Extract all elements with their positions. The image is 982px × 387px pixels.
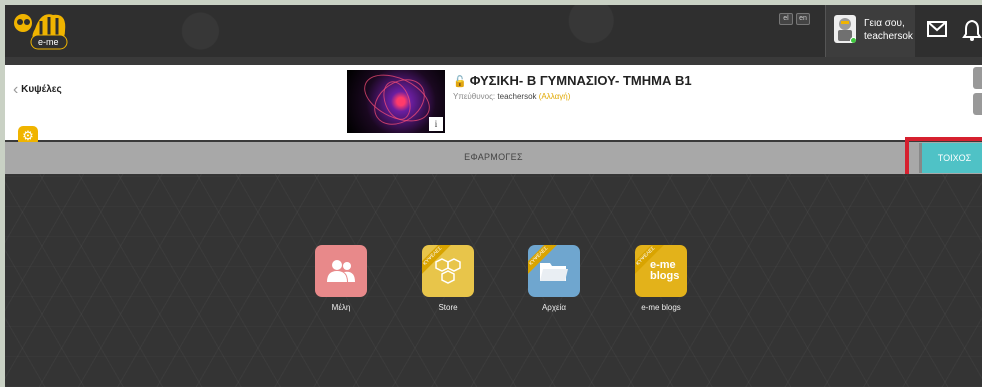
app-frame: e-me el en Γεια σου, teachersok ‹ Κυψέλε…: [5, 5, 982, 387]
username-text: teachersok: [864, 31, 913, 42]
side-toggle-button[interactable]: [973, 67, 982, 89]
blogs-tile-text: e-me blogs: [650, 259, 680, 282]
app-name: Αρχεία: [541, 303, 567, 312]
apps-bar: ΕΦΑΡΜΟΓΕΣ: [5, 142, 982, 174]
course-title-text: ΦΥΣΙΚΗ- Β ΓΥΜΝΑΣΙΟΥ- ΤΜΗΜΑ Β1: [469, 73, 692, 88]
lang-el-button[interactable]: el: [779, 13, 793, 25]
side-collapse-button[interactable]: [973, 93, 982, 115]
folder-icon[interactable]: ΚΥΨΕΛΕΣ: [528, 245, 580, 297]
back-button[interactable]: ‹ Κυψέλες: [13, 81, 62, 99]
course-responsible: Υπεύθυνος: teachersok (Αλλαγή): [453, 92, 570, 101]
course-header: ‹ Κυψέλες i 🔓 ΦΥΣΙΚΗ- Β ΓΥΜΝΑΣΙΟΥ- ΤΜΗΜΑ …: [5, 65, 982, 140]
apps-bar-label: ΕΦΑΡΜΟΓΕΣ: [464, 152, 523, 162]
app-name: e-me blogs: [641, 303, 681, 312]
lock-icon: 🔓: [453, 76, 467, 88]
change-link[interactable]: (Αλλαγή): [539, 92, 571, 101]
online-status-icon: [850, 37, 856, 43]
course-image: i: [347, 70, 445, 133]
app-name: Store: [438, 303, 458, 312]
e-me-logo[interactable]: e-me: [11, 9, 75, 53]
app-store[interactable]: ΚΥΨΕΛΕΣ Store: [421, 245, 475, 312]
info-button[interactable]: i: [429, 117, 443, 131]
apps-area: Μέλη ΚΥΨΕΛΕΣ Store ΚΥΨΕΛΕΣ Αρχεία ΚΥΨΕΛΕ…: [5, 174, 982, 387]
app-name: Μέλη: [331, 303, 351, 312]
responsible-user: teachersok: [497, 92, 537, 101]
lang-en-button[interactable]: en: [796, 13, 810, 25]
user-menu[interactable]: Γεια σου, teachersok: [825, 5, 915, 57]
mail-icon[interactable]: [925, 19, 949, 43]
app-members[interactable]: Μέλη: [314, 245, 368, 312]
hexagons-icon[interactable]: ΚΥΨΕΛΕΣ: [422, 245, 474, 297]
app-files[interactable]: ΚΥΨΕΛΕΣ Αρχεία: [527, 245, 581, 312]
greeting-text: Γεια σου,: [864, 18, 905, 29]
chevron-left-icon: ‹: [13, 81, 19, 98]
back-label: Κυψέλες: [21, 84, 62, 95]
avatar: [834, 15, 856, 43]
members-icon[interactable]: [315, 245, 367, 297]
responsible-label: Υπεύθυνος:: [453, 92, 496, 101]
top-bar: e-me el en Γεια σου, teachersok: [5, 5, 982, 57]
blogs-icon[interactable]: ΚΥΨΕΛΕΣ e-me blogs: [635, 245, 687, 297]
app-e-me-blogs[interactable]: ΚΥΨΕΛΕΣ e-me blogs e-me blogs: [634, 245, 688, 312]
wall-button[interactable]: ΤΟΙΧΟΣ: [919, 143, 982, 173]
user-greeting: Γεια σου, teachersok: [864, 17, 913, 43]
logo-text: e-me: [38, 37, 59, 47]
course-title: 🔓 ΦΥΣΙΚΗ- Β ΓΥΜΝΑΣΙΟΥ- ΤΜΗΜΑ Β1: [453, 73, 692, 88]
bell-icon[interactable]: [960, 19, 982, 43]
